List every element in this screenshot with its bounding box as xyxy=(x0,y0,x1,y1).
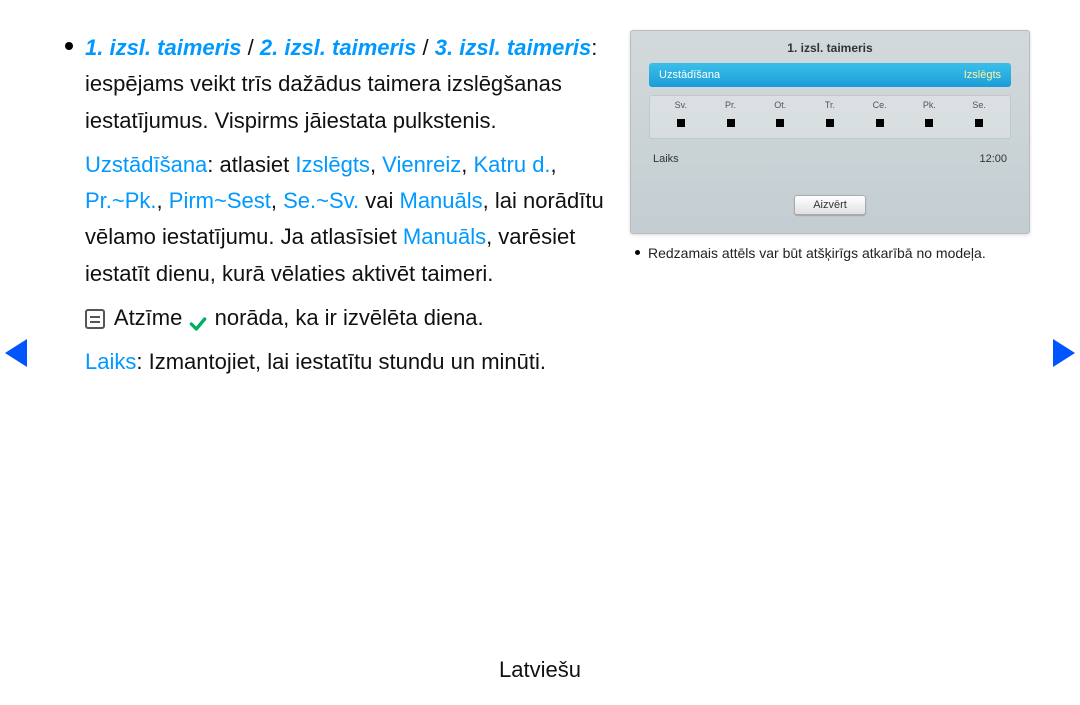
setup-paragraph: Uzstādīšana: atlasiet Izslēgts, Vienreiz… xyxy=(50,147,610,292)
day-label: Tr. xyxy=(807,100,852,110)
triangle-right-icon xyxy=(1053,339,1075,367)
setup-kw: Uzstādīšana xyxy=(85,152,207,177)
timer2-label: 2. izsl. taimeris xyxy=(260,35,417,60)
nav-next[interactable] xyxy=(1053,339,1075,367)
preview-time-label: Laiks xyxy=(653,153,679,165)
language-label: Latviešu xyxy=(0,657,1080,683)
preview-setup-row[interactable]: Uzstādīšana Izslēgts xyxy=(649,63,1011,87)
day-mark xyxy=(857,114,902,132)
check-icon xyxy=(188,309,208,329)
timer3-label: 3. izsl. taimeris xyxy=(435,35,592,60)
preview-caption: Redzamais attēls var būt atšķirīgs atkar… xyxy=(630,244,1030,264)
day-mark xyxy=(907,114,952,132)
note-icon xyxy=(85,309,105,329)
preview-days-row: Sv. Pr. Ot. Tr. Ce. Pk. Se. xyxy=(649,95,1011,139)
nav-prev[interactable] xyxy=(5,339,27,367)
preview-setup-label: Uzstādīšana xyxy=(659,69,720,81)
square-icon xyxy=(727,119,735,127)
main-paragraph: 1. izsl. taimeris / 2. izsl. taimeris / … xyxy=(50,30,610,139)
days-header: Sv. Pr. Ot. Tr. Ce. Pk. Se. xyxy=(650,100,1010,110)
day-label: Se. xyxy=(956,100,1001,110)
square-icon xyxy=(876,119,884,127)
timer-preview: 1. izsl. taimeris Uzstādīšana Izslēgts S… xyxy=(630,30,1030,234)
bullet-icon xyxy=(65,42,73,50)
square-icon xyxy=(677,119,685,127)
preview-time-value: 12:00 xyxy=(979,153,1007,165)
square-icon xyxy=(776,119,784,127)
preview-setup-value: Izslēgts xyxy=(964,69,1001,81)
square-icon xyxy=(826,119,834,127)
day-mark xyxy=(658,114,703,132)
close-button[interactable]: Aizvērt xyxy=(794,195,866,215)
preview-title: 1. izsl. taimeris xyxy=(649,41,1011,55)
day-mark xyxy=(758,114,803,132)
bullet-icon xyxy=(635,250,640,255)
square-icon xyxy=(975,119,983,127)
square-icon xyxy=(925,119,933,127)
days-marks xyxy=(650,114,1010,132)
day-mark xyxy=(807,114,852,132)
day-label: Ce. xyxy=(857,100,902,110)
preview-time-row: Laiks 12:00 xyxy=(649,153,1011,165)
laiks-paragraph: Laiks: Izmantojiet, lai iestatītu stundu… xyxy=(50,344,610,380)
timer1-label: 1. izsl. taimeris xyxy=(85,35,242,60)
day-label: Pr. xyxy=(708,100,753,110)
day-label: Sv. xyxy=(658,100,703,110)
triangle-left-icon xyxy=(5,339,27,367)
day-label: Pk. xyxy=(907,100,952,110)
day-mark xyxy=(708,114,753,132)
day-label: Ot. xyxy=(758,100,803,110)
day-mark xyxy=(956,114,1001,132)
note-paragraph: Atzīme norāda, ka ir izvēlēta diena. xyxy=(50,300,610,336)
